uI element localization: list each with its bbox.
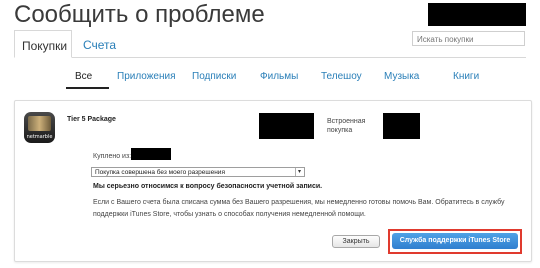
category-nav: Все Приложения Подписки Фильмы Телешоу М…	[0, 71, 540, 87]
redacted-block	[383, 113, 420, 139]
tab-purchases[interactable]: Покупки	[14, 30, 72, 58]
support-info-text: Если с Вашего счета была списана сумма б…	[93, 199, 505, 218]
category-movies[interactable]: Фильмы	[260, 71, 298, 82]
bought-from-label: Куплено из:	[93, 153, 132, 160]
item-title: Tier 5 Package	[67, 116, 116, 123]
problem-reason-select[interactable]: Покупка совершена без моего разрешения ▾	[91, 167, 305, 177]
search-input[interactable]	[412, 31, 525, 46]
chevron-down-icon: ▾	[295, 168, 303, 176]
category-subscriptions[interactable]: Подписки	[192, 71, 236, 82]
security-warning: Мы серьезно относимся к вопросу безопасн…	[93, 183, 323, 190]
itunes-support-button[interactable]: Служба поддержки iTunes Store	[392, 233, 518, 249]
category-books[interactable]: Книги	[453, 71, 479, 82]
purchase-type: Встроенная покупка	[327, 118, 366, 134]
category-all[interactable]: Все	[75, 71, 92, 82]
category-tv[interactable]: Телешоу	[321, 71, 362, 82]
tab-invoices[interactable]: Счета	[76, 30, 124, 58]
redacted-block	[259, 113, 314, 139]
redacted-account-block	[428, 3, 526, 26]
category-music[interactable]: Музыка	[384, 71, 419, 82]
category-active-underline	[66, 87, 109, 89]
close-button[interactable]: Закрыть	[332, 235, 380, 248]
page-title: Сообщить о проблеме	[14, 1, 265, 28]
tabs-divider	[14, 57, 526, 58]
app-icon: netmarble	[24, 112, 55, 143]
app-brand-label: netmarble	[26, 134, 53, 140]
category-apps[interactable]: Приложения	[117, 71, 176, 82]
problem-reason-value: Покупка совершена без моего разрешения	[95, 169, 225, 176]
redacted-bought-from	[131, 148, 171, 160]
app-artwork	[28, 116, 51, 131]
